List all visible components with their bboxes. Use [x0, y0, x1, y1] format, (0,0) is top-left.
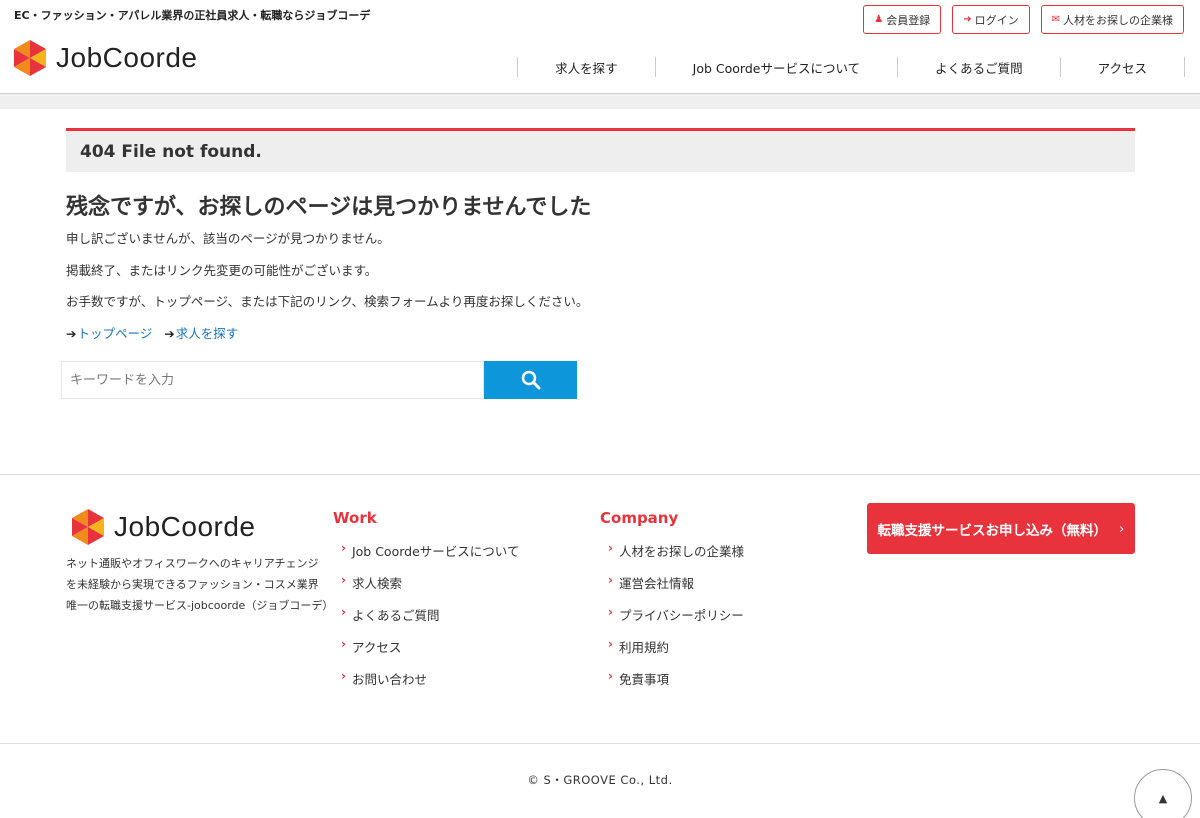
message-line-2: 掲載終了、またはリンク先変更の可能性がございます。 — [66, 263, 378, 278]
footer-link-label: 運営会社情報 — [618, 576, 694, 591]
footer-divider — [0, 474, 1200, 475]
footer-link-label: アクセス — [351, 640, 402, 655]
footer-logo-text: JobCoorde — [114, 511, 256, 542]
header-buttons: ♟ 会員登録 ➜ ログイン ✉ 人材をお探しの企業様 — [863, 5, 1184, 34]
chevron-right-icon: › — [341, 637, 346, 651]
logo-mark-icon — [14, 40, 46, 76]
chevron-right-icon: › — [341, 541, 346, 555]
logo-text: JobCoorde — [56, 42, 198, 73]
footer-link-label: 求人検索 — [351, 576, 402, 591]
footer-work-heading: Work — [333, 509, 377, 527]
footer-link[interactable]: › 求人検索 — [333, 573, 519, 605]
chevron-right-icon: › — [608, 605, 613, 619]
chevron-right-icon: › — [1119, 520, 1125, 537]
footer-link[interactable]: › 運営会社情報 — [600, 573, 744, 605]
arrow-right-icon: ➔ — [66, 326, 77, 341]
page-title: 残念ですが、お探しのページは見つかりませんでした — [66, 195, 592, 220]
nav-item-about[interactable]: Job Coordeサービスについて — [654, 57, 897, 77]
link-find-jobs[interactable]: ➔求人を探す — [164, 323, 238, 342]
login-label: ログイン — [974, 13, 1019, 27]
link-top-page-label[interactable]: トップページ — [77, 326, 152, 341]
footer-logo[interactable]: JobCoorde — [72, 509, 255, 545]
nav-item-access[interactable]: アクセス — [1059, 57, 1185, 77]
link-find-jobs-label[interactable]: 求人を探す — [176, 326, 239, 341]
logo-mark-icon — [72, 509, 104, 545]
chevron-right-icon: › — [608, 541, 613, 555]
chevron-right-icon: › — [608, 669, 613, 683]
helper-links: ➔トップページ ➔求人を探す — [66, 323, 238, 342]
employer-label: 人材をお探しの企業様 — [1063, 13, 1173, 27]
footer-link-label: 利用規約 — [618, 640, 669, 655]
header-band — [0, 94, 1200, 109]
search-button[interactable] — [484, 361, 577, 399]
footer-link[interactable]: › 利用規約 — [600, 637, 744, 669]
footer-company-column: Company › 人材をお探しの企業様 › 運営会社情報 › プライバシーポリシー … — [600, 509, 744, 701]
footer-link[interactable]: › お問い合わせ — [333, 669, 519, 701]
footer-link-label: お問い合わせ — [351, 672, 427, 687]
site-tagline: EC・ファッション・アパレル業界の正社員求人・転職ならジョブコーデ — [14, 9, 371, 22]
footer-link-label: よくあるご質問 — [351, 608, 440, 623]
footer-link[interactable]: › 免責事項 — [600, 669, 744, 701]
employer-button[interactable]: ✉ 人材をお探しの企業様 — [1040, 5, 1184, 34]
apply-cta-label: 転職支援サービスお申し込み（無料） — [877, 522, 1108, 539]
register-button[interactable]: ♟ 会員登録 — [863, 5, 942, 34]
arrow-up-icon: ▲ — [1158, 791, 1168, 805]
chevron-right-icon: › — [608, 637, 613, 651]
apply-cta-button[interactable]: 転職支援サービスお申し込み（無料） › — [867, 503, 1135, 554]
chevron-right-icon: › — [341, 605, 346, 619]
search-form — [61, 361, 577, 399]
site-header: EC・ファッション・アパレル業界の正社員求人・転職ならジョブコーデ JobCoo… — [0, 0, 1200, 94]
footer-description: ネット通販やオフィスワークへのキャリアチェンジを未経験から実現できるファッション… — [66, 557, 334, 612]
copyright: © S・GROOVE Co., Ltd. — [527, 773, 673, 787]
footer-link[interactable]: › よくあるご質問 — [333, 605, 519, 637]
footer-link[interactable]: › プライバシーポリシー — [600, 605, 744, 637]
footer-link-label: 人材をお探しの企業様 — [618, 544, 744, 559]
envelope-icon: ✉ — [1051, 14, 1060, 25]
user-plus-icon: ♟ — [874, 14, 884, 25]
sign-in-icon: ➜ — [963, 14, 972, 25]
search-input[interactable] — [61, 361, 484, 399]
register-label: 会員登録 — [886, 13, 931, 27]
nav-item-jobs[interactable]: 求人を探す — [517, 57, 655, 77]
message-line-1: 申し訳ございませんが、該当のページが見つかりません。 — [66, 231, 390, 246]
footer-company-heading: Company — [600, 509, 679, 527]
footer-link[interactable]: › アクセス — [333, 637, 519, 669]
login-button[interactable]: ➜ ログイン — [952, 5, 1030, 34]
footer-link[interactable]: › Job Coordeサービスについて — [333, 541, 519, 573]
arrow-right-icon: ➔ — [164, 326, 175, 341]
chevron-right-icon: › — [341, 573, 346, 587]
footer-link[interactable]: › 人材をお探しの企業様 — [600, 541, 744, 573]
chevron-right-icon: › — [341, 669, 346, 683]
back-to-top-button[interactable]: ▲ — [1134, 769, 1192, 818]
footer-link-label: プライバシーポリシー — [618, 608, 744, 623]
chevron-right-icon: › — [608, 573, 613, 587]
message-line-3: お手数ですが、トップページ、または下記のリンク、検索フォームより再度お探しくださ… — [66, 294, 589, 309]
main-nav: 求人を探す Job Coordeサービスについて よくあるご質問 アクセス — [517, 57, 1185, 77]
footer-work-column: Work › Job Coordeサービスについて › 求人検索 › よくあるご質問 … — [333, 509, 519, 701]
error-heading: 404 File not found. — [66, 128, 1135, 172]
footer-bottom-divider — [0, 743, 1200, 744]
nav-item-faq[interactable]: よくあるご質問 — [897, 57, 1060, 77]
footer-link-label: 免責事項 — [618, 672, 669, 687]
site-logo[interactable]: JobCoorde — [14, 40, 197, 76]
search-icon — [521, 370, 540, 390]
link-top-page[interactable]: ➔トップページ — [66, 323, 152, 342]
footer-link-label: Job Coordeサービスについて — [351, 544, 520, 559]
